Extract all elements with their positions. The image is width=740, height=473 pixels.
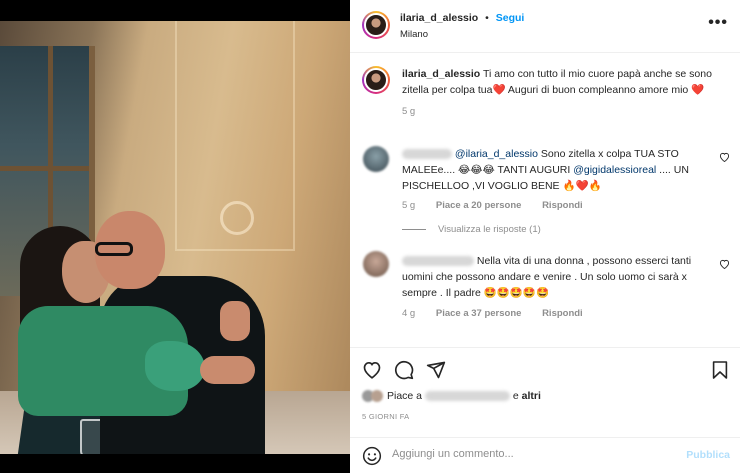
likes-suffix: e [512,390,519,402]
comment-like-icon[interactable] [719,259,730,272]
comment-input[interactable] [392,448,672,460]
header-username[interactable]: ilaria_d_alessio [400,12,478,24]
comment-time: 4 g [402,308,416,319]
comment-mention[interactable]: @ilaria_d_alessio [455,148,538,160]
likes-summary[interactable]: Piace a e altri [362,390,541,403]
post-date[interactable]: 5 GIORNI FA [362,412,409,421]
liker-name-blurred[interactable] [424,391,510,402]
comment-likes[interactable]: Piace a 20 persone [436,200,522,211]
comment-username-blurred[interactable] [402,149,452,160]
comment-meta: 4 g Piace a 37 persone Rispondi [402,306,717,322]
reply-button[interactable]: Rispondi [542,200,583,211]
comment-mention-2[interactable]: @gigidalessioreal [573,164,656,176]
reply-button[interactable]: Rispondi [542,308,583,319]
caption-time: 5 g [402,106,416,117]
comments-list[interactable]: ilaria_d_alessio Ti amo con tutto il mio… [350,54,740,346]
add-comment-bar: Pubblica [350,437,740,473]
likes-prefix: Piace a [387,390,423,402]
post-modal: ilaria_d_alessio • Segui Milano ••• ilar… [0,0,740,473]
smiley-icon[interactable] [362,446,382,469]
comment-username-blurred[interactable] [402,256,474,267]
arm-illustration [200,356,255,384]
comment-meta: 5 g Piace a 20 persone Rispondi [402,198,717,214]
hand-illustration [220,301,250,341]
comment-avatar[interactable] [363,146,389,172]
post-sidebar: ilaria_d_alessio • Segui Milano ••• ilar… [350,0,740,473]
caption-avatar[interactable] [362,66,390,94]
comment-item: Nella vita di una donna , possono esserc… [402,253,717,322]
post-header: ilaria_d_alessio • Segui Milano ••• [350,0,740,53]
follow-button[interactable]: Segui [496,12,525,24]
comment-icon[interactable] [394,360,414,380]
paper-plane-icon[interactable] [426,360,446,380]
post-photo[interactable] [0,21,350,454]
bookmark-icon[interactable] [712,360,732,380]
caption-username[interactable]: ilaria_d_alessio [402,68,480,80]
heart-icon[interactable] [362,360,382,380]
more-options-icon[interactable]: ••• [708,14,728,32]
avatar[interactable] [362,11,390,39]
comment-time: 5 g [402,200,416,211]
wall-ornament [220,201,254,235]
action-bar [350,347,740,387]
caption: ilaria_d_alessio Ti amo con tutto il mio… [402,66,722,120]
comment-item: @ilaria_d_alessio Sono zitella x colpa T… [402,146,717,214]
feather-detail [145,341,205,391]
publish-button[interactable]: Pubblica [686,449,730,461]
likes-others-link[interactable]: altri [522,390,541,402]
location-link[interactable]: Milano [400,29,428,40]
header-dot: • [485,12,489,24]
media-panel [0,0,350,473]
comment-like-icon[interactable] [719,152,730,165]
glasses-illustration [95,242,133,256]
comment-likes[interactable]: Piace a 37 persone [436,308,522,319]
comment-avatar[interactable] [363,251,389,277]
liker-avatar [371,390,383,403]
view-replies-button[interactable]: Visualizza le risposte (1) [402,224,541,235]
